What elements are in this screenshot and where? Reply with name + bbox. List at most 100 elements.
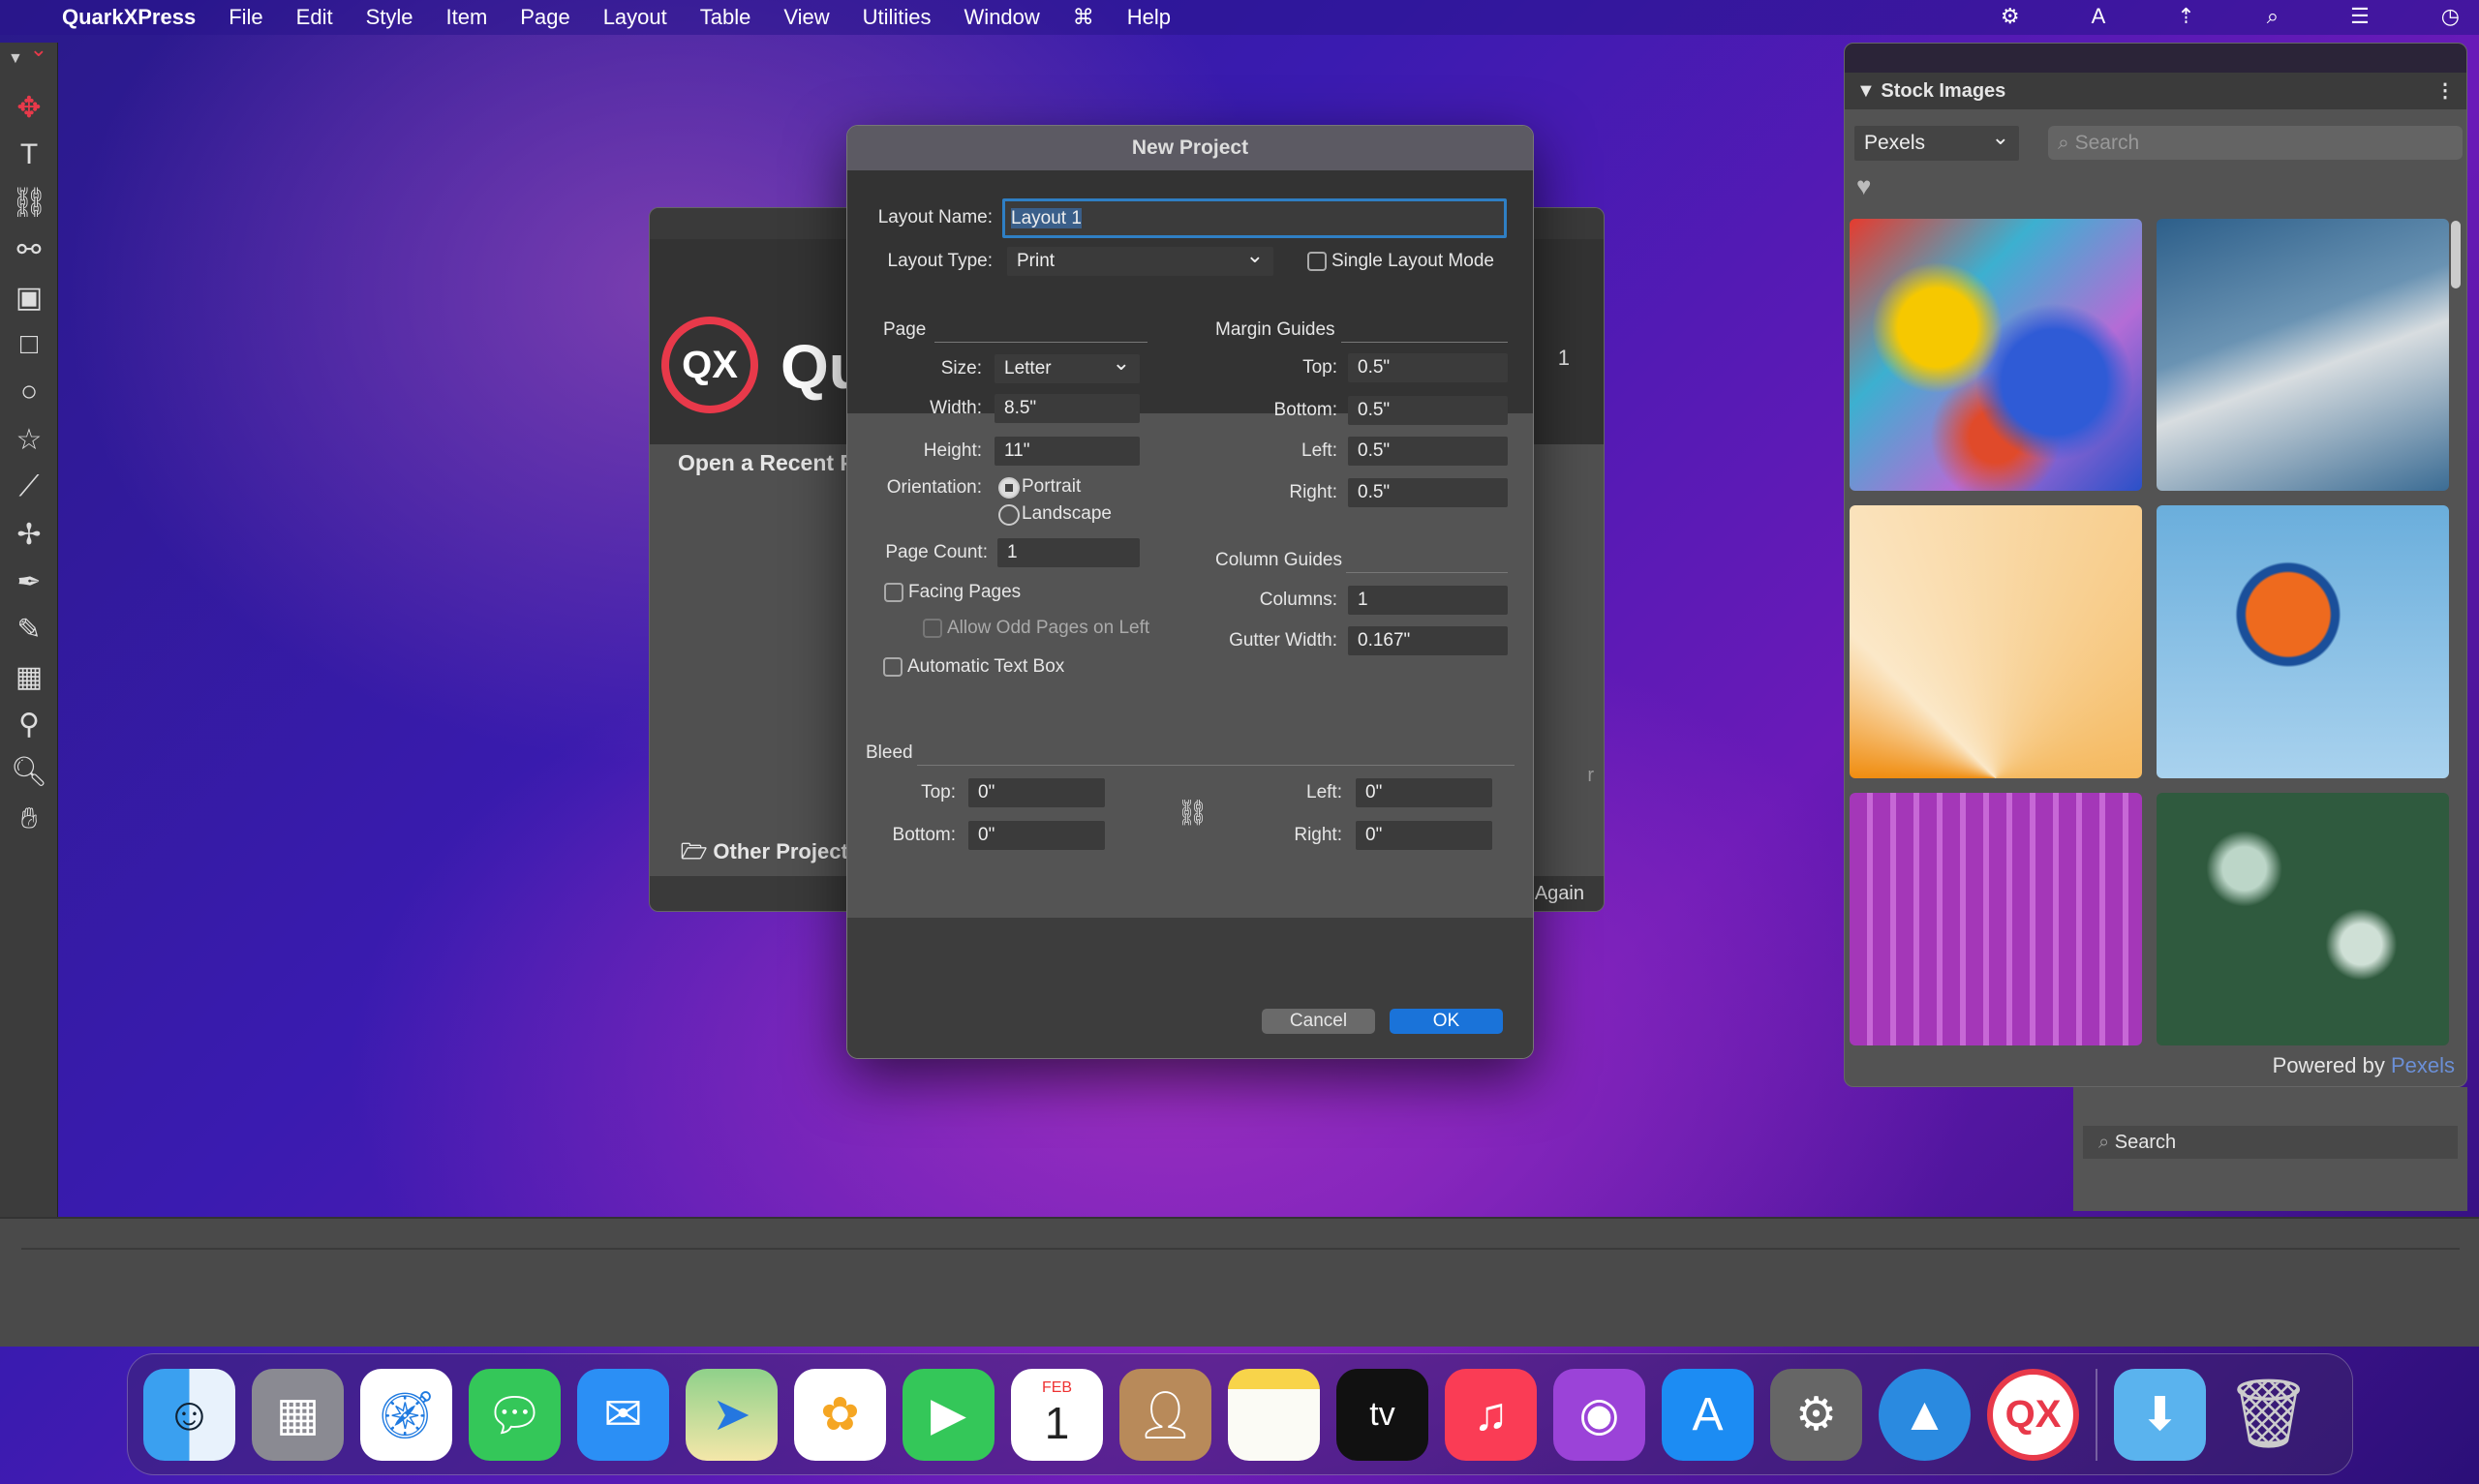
menu-file[interactable]: File: [229, 5, 262, 30]
table-tool-icon[interactable]: ▦: [8, 655, 50, 698]
menu-page[interactable]: Page: [520, 5, 569, 30]
menu-edit[interactable]: Edit: [296, 5, 333, 30]
new-project-dialog: New Project Layout Name: Layout 1 Layout…: [846, 125, 1534, 1059]
portrait-radio[interactable]: [998, 477, 1020, 499]
gutter-width-input[interactable]: 0.167": [1348, 626, 1508, 655]
favorites-heart-icon[interactable]: ♥: [1856, 171, 1871, 201]
bleed-top-input[interactable]: 0": [968, 778, 1105, 807]
move-tool-icon[interactable]: ✥: [8, 86, 50, 129]
menu-layout[interactable]: Layout: [603, 5, 667, 30]
maps-icon[interactable]: ➤: [686, 1368, 778, 1461]
margin-left-input[interactable]: 0.5": [1348, 437, 1508, 466]
messages-icon[interactable]: 💬︎: [469, 1368, 561, 1461]
clock-icon[interactable]: ◷: [2441, 4, 2460, 29]
layout-name-input[interactable]: Layout 1: [1002, 198, 1507, 238]
rectangle-box-tool-icon[interactable]: □: [8, 323, 50, 366]
script-menu-icon[interactable]: ⌘: [1073, 5, 1094, 30]
starburst-tool-icon[interactable]: ☆: [8, 418, 50, 461]
menu-window[interactable]: Window: [964, 5, 1040, 30]
system-preferences-icon[interactable]: ⚙: [1770, 1368, 1862, 1461]
zoom-tool-icon[interactable]: 🔍︎: [8, 750, 50, 793]
trash-icon[interactable]: 🗑︎: [2222, 1369, 2314, 1461]
layout-type-select[interactable]: Print: [1007, 241, 1273, 276]
menu-view[interactable]: View: [783, 5, 829, 30]
single-layout-mode-checkbox[interactable]: [1307, 252, 1327, 271]
stock-search-input[interactable]: ⌕ Search: [2048, 126, 2463, 160]
podcasts-icon[interactable]: ◉: [1553, 1368, 1645, 1461]
page-count-input[interactable]: 1: [997, 538, 1140, 567]
bezier-point-tool-icon[interactable]: ✢: [8, 513, 50, 556]
mountain-app-icon[interactable]: ▲: [1879, 1368, 1971, 1461]
menu-item[interactable]: Item: [446, 5, 488, 30]
text-linking-tool-icon[interactable]: ⛓: [8, 181, 50, 224]
text-input-icon[interactable]: A: [2092, 4, 2106, 29]
eyedropper-tool-icon[interactable]: ⚲: [8, 703, 50, 745]
landscape-radio[interactable]: [998, 504, 1020, 526]
photos-icon[interactable]: ✿: [794, 1368, 886, 1461]
calendar-icon[interactable]: FEB 1: [1011, 1368, 1103, 1461]
stock-image-thumbnail[interactable]: [2157, 505, 2449, 778]
line-tool-icon[interactable]: ⟋: [8, 466, 50, 508]
bleed-bottom-input[interactable]: 0": [968, 821, 1105, 850]
gear-icon[interactable]: ⚙: [2001, 4, 2020, 29]
scrollbar[interactable]: [2451, 221, 2461, 288]
ok-button[interactable]: OK: [1390, 1009, 1503, 1034]
allow-odd-pages-checkbox[interactable]: [923, 619, 942, 638]
menu-utilities[interactable]: Utilities: [863, 5, 932, 30]
facetime-icon[interactable]: ▶: [903, 1368, 995, 1461]
other-project-link[interactable]: 🗁 Other Project: [681, 835, 848, 872]
stock-images-header[interactable]: ▼ Stock Images ⋮: [1845, 73, 2466, 109]
quarkxpress-icon[interactable]: QX: [1987, 1368, 2079, 1461]
oval-box-tool-icon[interactable]: ○: [8, 371, 50, 413]
stock-image-thumbnail[interactable]: [2157, 793, 2449, 1045]
network-icon[interactable]: ⇡: [2177, 4, 2194, 29]
mail-icon[interactable]: ✉: [577, 1368, 669, 1461]
stock-image-thumbnail[interactable]: [1850, 505, 2142, 778]
collapse-icon[interactable]: ▼: [0, 43, 57, 81]
cancel-button[interactable]: Cancel: [1262, 1009, 1375, 1034]
margin-right-input[interactable]: 0.5": [1348, 478, 1508, 507]
contacts-icon[interactable]: 👤︎: [1119, 1368, 1211, 1461]
stock-image-thumbnail[interactable]: [1850, 793, 2142, 1045]
automatic-text-box-checkbox[interactable]: [883, 657, 903, 677]
margin-bottom-input[interactable]: 0.5": [1348, 396, 1508, 425]
pexels-link[interactable]: Pexels: [2391, 1053, 2455, 1077]
downloads-folder-icon[interactable]: ⬇: [2114, 1368, 2206, 1461]
palette-search-input[interactable]: ⌕ Search: [2083, 1126, 2458, 1159]
picture-content-tool-icon[interactable]: ▣: [8, 276, 50, 318]
hand-tool-icon[interactable]: ✋︎: [8, 798, 50, 840]
menu-app[interactable]: QuarkXPress: [62, 5, 196, 30]
text-unlinking-tool-icon[interactable]: ⚯: [8, 228, 50, 271]
page-width-input[interactable]: 8.5": [995, 394, 1140, 423]
facing-pages-checkbox[interactable]: [884, 583, 903, 602]
again-button[interactable]: Again: [1535, 883, 1584, 905]
bleed-right-label: Right:: [1294, 825, 1342, 845]
notes-icon[interactable]: [1228, 1368, 1320, 1461]
search-icon[interactable]: ⌕: [2267, 4, 2279, 29]
stock-image-thumbnail[interactable]: [1850, 219, 2142, 491]
pen-tool-icon[interactable]: ✒: [8, 560, 50, 603]
unlink-chain-icon[interactable]: ⛓: [1177, 798, 1209, 828]
columns-input[interactable]: 1: [1348, 586, 1508, 615]
more-options-icon[interactable]: ⋮: [2435, 73, 2455, 109]
source-select[interactable]: Pexels: [1854, 120, 2019, 161]
launchpad-icon[interactable]: ▦: [252, 1368, 344, 1461]
page-height-input[interactable]: 11": [995, 437, 1140, 466]
safari-icon[interactable]: 🧭︎: [360, 1368, 452, 1461]
app-store-icon[interactable]: A: [1662, 1368, 1754, 1461]
margin-top-input[interactable]: 0.5": [1348, 353, 1508, 382]
menu-table[interactable]: Table: [700, 5, 751, 30]
menu-help[interactable]: Help: [1127, 5, 1171, 30]
stock-image-thumbnail[interactable]: [2157, 219, 2449, 491]
bleed-right-input[interactable]: 0": [1356, 821, 1492, 850]
tv-icon[interactable]: tv: [1336, 1368, 1428, 1461]
control-center-icon[interactable]: ☰: [2350, 4, 2370, 29]
pencil-tool-icon[interactable]: ✎: [8, 608, 50, 651]
page-size-select[interactable]: Letter: [995, 348, 1140, 383]
text-content-tool-icon[interactable]: T: [8, 134, 50, 176]
facing-pages-label: Facing Pages: [908, 582, 1022, 602]
music-icon[interactable]: ♫: [1445, 1368, 1537, 1461]
finder-icon[interactable]: ☺: [143, 1368, 235, 1461]
bleed-left-input[interactable]: 0": [1356, 778, 1492, 807]
menu-style[interactable]: Style: [366, 5, 413, 30]
